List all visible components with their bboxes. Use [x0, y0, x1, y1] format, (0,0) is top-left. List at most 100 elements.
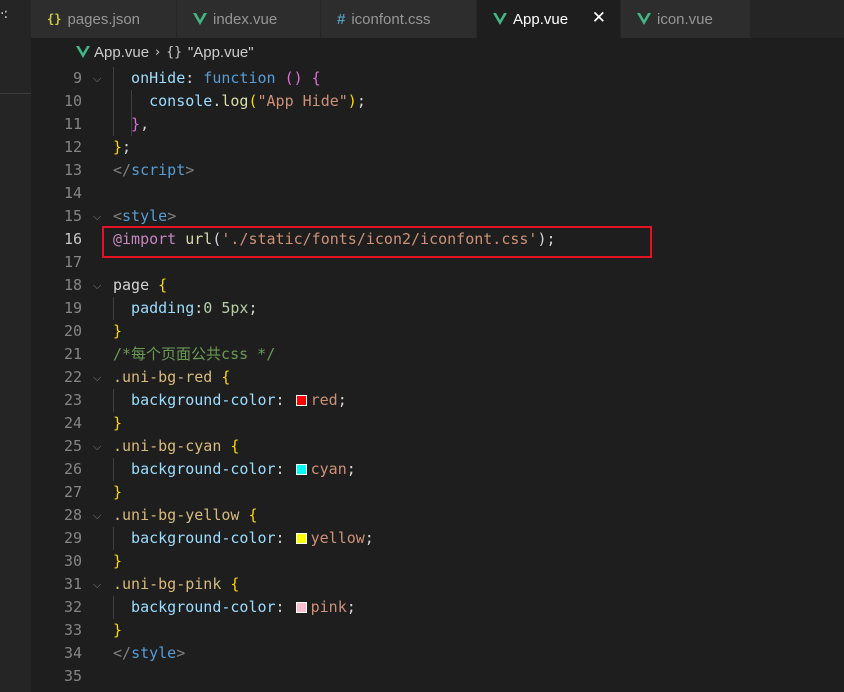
line-number: 32 [63, 598, 82, 616]
breadcrumb-symbol[interactable]: "App.vue" [188, 44, 254, 61]
symbol-braces-icon: {} [166, 44, 182, 60]
code-line[interactable]: 18 ⌵ page { [31, 274, 844, 297]
code-token: ; [122, 138, 132, 156]
code-line[interactable]: 19 padding:0 5px; [31, 297, 844, 320]
line-number: 29 [63, 529, 82, 547]
line-number: 34 [63, 644, 82, 662]
code-token: < [113, 207, 123, 225]
code-line[interactable]: 15 ⌵ <style> [31, 205, 844, 228]
code-line[interactable]: 24} [31, 412, 844, 435]
code-editor[interactable]: 9 ⌵ onHide: function () {10 console.log("Ap… [31, 66, 844, 692]
code-token: > [167, 207, 177, 225]
code-text: } [113, 550, 122, 573]
code-token: { [230, 575, 240, 593]
code-line[interactable]: 22 ⌵ .uni-bg-red { [31, 366, 844, 389]
tab-pages-json[interactable]: {} pages.json [31, 0, 177, 38]
fold-chevron-icon[interactable]: ⌵ [93, 366, 101, 389]
code-line[interactable]: 28 ⌵ .uni-bg-yellow { [31, 504, 844, 527]
line-number: 14 [63, 184, 82, 202]
more-actions-icon[interactable]: ·: [0, 6, 8, 22]
code-token: : [275, 460, 294, 478]
code-token: red [310, 391, 338, 409]
line-number: 20 [63, 322, 82, 340]
code-token: . [212, 92, 222, 110]
code-line[interactable]: 21 /*每个页面公共css */ [31, 343, 844, 366]
code-line[interactable]: 13 </script> [31, 159, 844, 182]
tab-app-vue[interactable]: App.vue ✕ [477, 0, 621, 38]
color-swatch-icon[interactable] [295, 533, 307, 544]
fold-chevron-icon[interactable]: ⌵ [93, 67, 101, 90]
code-token: "App Hide" [257, 92, 348, 110]
code-line[interactable]: 34 </style> [31, 642, 844, 665]
indent-guide [113, 90, 114, 113]
code-line[interactable]: 14 [31, 182, 844, 205]
chevron-right-icon: › [155, 44, 161, 60]
fold-chevron-icon[interactable]: ⌵ [93, 573, 101, 596]
code-line[interactable]: 20} [31, 320, 844, 343]
line-number: 31 [63, 575, 82, 593]
code-line[interactable]: 10 console.log("App Hide"); [31, 90, 844, 113]
code-token: { [158, 276, 168, 294]
code-text: } [113, 412, 122, 435]
code-line[interactable]: 9 ⌵ onHide: function () { [31, 67, 844, 90]
code-token: ; [356, 92, 366, 110]
code-line[interactable]: 31 ⌵ .uni-bg-pink { [31, 573, 844, 596]
tab-icon-vue[interactable]: icon.vue [621, 0, 751, 38]
code-line[interactable]: 35 [31, 665, 844, 688]
indent-guide [113, 596, 114, 619]
tab-iconfont-css[interactable]: # iconfont.css [321, 0, 477, 38]
code-line[interactable]: 30} [31, 550, 844, 573]
code-line[interactable]: 11}, [31, 113, 844, 136]
color-swatch-icon[interactable] [295, 602, 307, 613]
code-token: > [176, 644, 186, 662]
vue-logo-icon [76, 46, 90, 58]
code-token: ; [346, 460, 356, 478]
indent-guide [113, 297, 114, 320]
color-swatch-icon[interactable] [295, 464, 307, 475]
fold-chevron-icon[interactable]: ⌵ [93, 435, 101, 458]
code-line[interactable]: 25 ⌵ .uni-bg-cyan { [31, 435, 844, 458]
code-text: } [113, 619, 122, 642]
code-text: padding:0 5px; [131, 297, 257, 320]
line-number: 18 [63, 276, 82, 294]
activity-strip: ·: [0, 0, 31, 692]
fold-chevron-icon[interactable]: ⌵ [93, 504, 101, 527]
code-token: script [131, 161, 186, 179]
code-token: : [185, 69, 204, 87]
code-line[interactable]: 26 background-color: cyan; [31, 458, 844, 481]
close-icon[interactable]: ✕ [592, 8, 606, 28]
code-token: </ [113, 161, 132, 179]
fold-chevron-icon[interactable]: ⌵ [93, 205, 101, 228]
code-token: } [113, 138, 123, 156]
code-line[interactable]: 29 background-color: yellow; [31, 527, 844, 550]
code-line[interactable]: 27} [31, 481, 844, 504]
code-text: </script> [113, 159, 194, 182]
code-token: padding [131, 299, 195, 317]
fold-chevron-icon[interactable]: ⌵ [93, 274, 101, 297]
tab-index-vue[interactable]: index.vue [177, 0, 321, 38]
code-token: } [113, 414, 123, 432]
code-line[interactable]: 23 background-color: red; [31, 389, 844, 412]
code-text: .uni-bg-yellow { [113, 504, 258, 527]
line-number: 23 [63, 391, 82, 409]
code-text: </style> [113, 642, 185, 665]
tab-label: index.vue [213, 10, 278, 28]
code-line[interactable]: 12}; [31, 136, 844, 159]
breadcrumb-file[interactable]: App.vue [94, 44, 149, 61]
code-line[interactable]: 32 background-color: pink; [31, 596, 844, 619]
color-swatch-icon[interactable] [295, 395, 307, 406]
code-token: page [113, 276, 150, 294]
line-number: 27 [63, 483, 82, 501]
code-text: background-color: pink; [131, 596, 356, 619]
indent-guide [113, 113, 114, 136]
code-line[interactable]: 33} [31, 619, 844, 642]
code-token: { [230, 437, 240, 455]
code-token: } [131, 115, 141, 133]
code-token: .uni-bg-red [113, 368, 213, 386]
line-number: 11 [63, 115, 82, 133]
code-token: : [275, 391, 294, 409]
